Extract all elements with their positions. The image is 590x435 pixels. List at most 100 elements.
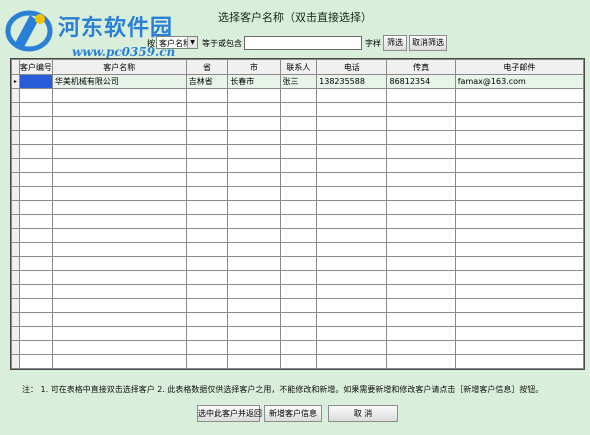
table-cell[interactable] bbox=[18, 172, 53, 187]
table-cell[interactable] bbox=[316, 158, 388, 173]
table-cell[interactable] bbox=[316, 340, 388, 355]
table-row[interactable] bbox=[11, 186, 584, 201]
table-cell[interactable] bbox=[316, 102, 388, 117]
table-cell[interactable] bbox=[386, 340, 456, 355]
table-cell[interactable] bbox=[18, 228, 53, 243]
filter-button[interactable]: 筛选 bbox=[383, 35, 407, 51]
table-cell[interactable] bbox=[51, 130, 187, 145]
table-cell[interactable] bbox=[279, 312, 318, 327]
table-cell[interactable] bbox=[386, 88, 456, 103]
table-cell[interactable] bbox=[454, 158, 584, 173]
table-cell[interactable] bbox=[454, 284, 584, 299]
table-cell[interactable] bbox=[316, 270, 388, 285]
table-cell[interactable]: 华美机械有限公司 bbox=[51, 74, 187, 89]
table-cell[interactable] bbox=[386, 200, 456, 215]
table-cell[interactable] bbox=[227, 270, 281, 285]
table-row[interactable] bbox=[11, 172, 584, 187]
table-cell[interactable] bbox=[51, 326, 187, 341]
table-cell[interactable] bbox=[316, 116, 388, 131]
table-row[interactable] bbox=[11, 270, 584, 285]
table-cell[interactable] bbox=[279, 242, 318, 257]
table-cell[interactable] bbox=[18, 102, 53, 117]
table-row[interactable]: ▸ 华美机械有限公司 吉林省 长春市 张三 138235588 86812354… bbox=[11, 74, 584, 89]
table-cell[interactable] bbox=[386, 144, 456, 159]
table-row[interactable] bbox=[11, 354, 584, 369]
table-cell[interactable] bbox=[454, 102, 584, 117]
table-cell[interactable] bbox=[18, 88, 53, 103]
table-cell[interactable] bbox=[18, 242, 53, 257]
table-cell[interactable] bbox=[454, 214, 584, 229]
table-cell[interactable]: 138235588 bbox=[316, 74, 388, 89]
customer-grid[interactable]: 客户编号 客户名称 省 市 联系人 电话 传真 电子邮件 ▸ 华美机械有限公司 … bbox=[10, 58, 585, 370]
cancel-button[interactable]: 取 消 bbox=[328, 405, 398, 422]
table-cell[interactable] bbox=[51, 214, 187, 229]
table-cell[interactable] bbox=[185, 144, 229, 159]
table-row[interactable] bbox=[11, 214, 584, 229]
table-cell[interactable] bbox=[316, 354, 388, 369]
table-cell[interactable] bbox=[185, 186, 229, 201]
table-cell[interactable] bbox=[386, 312, 456, 327]
table-cell[interactable] bbox=[386, 130, 456, 145]
table-cell[interactable] bbox=[51, 354, 187, 369]
table-cell[interactable] bbox=[316, 326, 388, 341]
table-row[interactable] bbox=[11, 116, 584, 131]
table-cell[interactable] bbox=[386, 116, 456, 131]
table-cell[interactable] bbox=[386, 326, 456, 341]
table-cell[interactable] bbox=[18, 270, 53, 285]
table-cell[interactable] bbox=[227, 214, 281, 229]
table-cell[interactable] bbox=[454, 298, 584, 313]
table-cell[interactable]: 86812354 bbox=[386, 74, 456, 89]
table-cell[interactable] bbox=[185, 298, 229, 313]
table-cell[interactable] bbox=[454, 270, 584, 285]
table-cell[interactable] bbox=[185, 130, 229, 145]
table-cell[interactable] bbox=[279, 270, 318, 285]
table-cell[interactable] bbox=[227, 200, 281, 215]
table-cell[interactable] bbox=[18, 340, 53, 355]
table-cell[interactable] bbox=[454, 200, 584, 215]
table-cell[interactable] bbox=[18, 186, 53, 201]
table-cell[interactable] bbox=[386, 172, 456, 187]
table-cell[interactable] bbox=[316, 312, 388, 327]
table-cell[interactable] bbox=[316, 144, 388, 159]
cancel-filter-button[interactable]: 取消筛选 bbox=[409, 35, 447, 51]
table-cell[interactable] bbox=[185, 116, 229, 131]
table-cell[interactable] bbox=[51, 158, 187, 173]
table-cell[interactable] bbox=[185, 256, 229, 271]
table-cell[interactable] bbox=[227, 228, 281, 243]
table-cell[interactable] bbox=[316, 214, 388, 229]
table-cell[interactable] bbox=[18, 256, 53, 271]
table-cell[interactable] bbox=[386, 214, 456, 229]
table-row[interactable] bbox=[11, 312, 584, 327]
table-row[interactable] bbox=[11, 242, 584, 257]
table-cell[interactable]: famax@163.com bbox=[454, 74, 584, 89]
table-cell[interactable] bbox=[279, 228, 318, 243]
table-cell[interactable] bbox=[227, 354, 281, 369]
table-cell[interactable] bbox=[279, 158, 318, 173]
table-cell[interactable]: 长春市 bbox=[227, 74, 281, 89]
table-cell[interactable] bbox=[454, 256, 584, 271]
table-cell[interactable] bbox=[316, 186, 388, 201]
table-row[interactable] bbox=[11, 284, 584, 299]
table-cell[interactable] bbox=[227, 242, 281, 257]
table-cell[interactable] bbox=[18, 284, 53, 299]
table-cell[interactable] bbox=[386, 284, 456, 299]
table-cell[interactable] bbox=[454, 326, 584, 341]
table-cell[interactable] bbox=[185, 172, 229, 187]
table-cell[interactable]: 吉林省 bbox=[185, 74, 229, 89]
table-cell[interactable] bbox=[227, 144, 281, 159]
table-cell[interactable] bbox=[18, 116, 53, 131]
table-cell[interactable] bbox=[18, 354, 53, 369]
table-row[interactable] bbox=[11, 340, 584, 355]
table-cell[interactable]: 张三 bbox=[279, 74, 318, 89]
table-cell[interactable] bbox=[454, 116, 584, 131]
table-row[interactable] bbox=[11, 130, 584, 145]
table-cell[interactable] bbox=[18, 214, 53, 229]
table-cell[interactable] bbox=[51, 270, 187, 285]
table-cell[interactable] bbox=[227, 130, 281, 145]
table-cell[interactable] bbox=[185, 158, 229, 173]
table-cell[interactable] bbox=[185, 340, 229, 355]
table-cell[interactable] bbox=[279, 88, 318, 103]
table-cell[interactable] bbox=[279, 298, 318, 313]
table-cell[interactable] bbox=[454, 130, 584, 145]
select-return-button[interactable]: 选中此客户并返回 bbox=[197, 405, 262, 422]
